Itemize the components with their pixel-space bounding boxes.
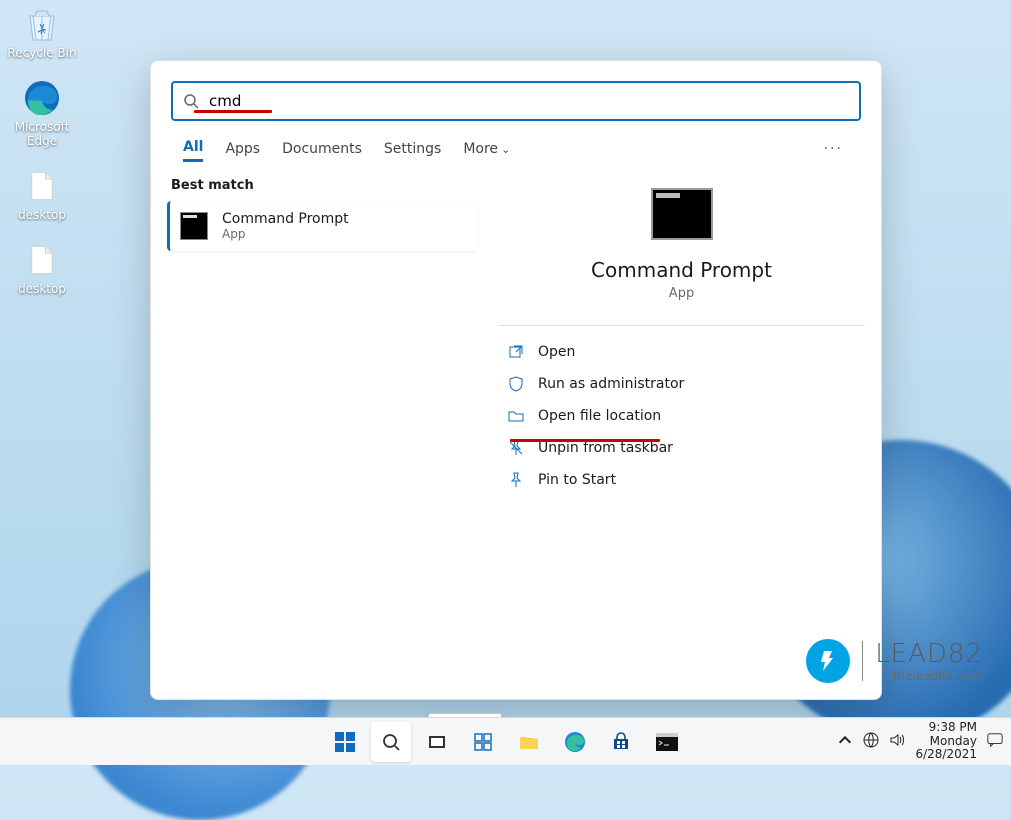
shield-icon [508,376,524,392]
task-view-button[interactable] [417,722,457,762]
command-prompt-icon [656,733,678,751]
command-prompt-icon [180,212,208,240]
folder-icon [518,731,540,753]
results-pane: Best match Command Prompt App [167,172,477,683]
action-label: Pin to Start [538,472,616,488]
notifications-button[interactable] [987,732,1003,751]
edge-icon [564,731,586,753]
action-run-as-administrator[interactable]: Run as administrator [498,368,865,400]
brand-watermark: LEAD82 thelead82.com [806,639,983,683]
desktop-icon-label: Microsoft Edge [15,120,70,148]
desktop-icon-label: desktop [18,282,66,296]
desktop-icon-file-2[interactable]: desktop [4,240,80,296]
search-panel: All Apps Documents Settings More⌄ ··· Be… [150,60,882,700]
annotation-underline [510,439,660,442]
taskbar: 9:38 PM Monday 6/28/2021 [0,717,1011,765]
divider [498,325,865,326]
desktop-icons: Recycle Bin Microsoft Edge desktop [4,4,80,296]
search-result-command-prompt[interactable]: Command Prompt App [167,201,477,251]
edge-button[interactable] [555,722,595,762]
folder-icon [508,408,524,424]
task-view-icon [427,732,447,752]
brand-logo-icon [806,639,850,683]
search-icon [381,732,401,752]
network-icon [863,732,879,748]
notification-icon [987,732,1003,748]
edge-icon [22,78,62,118]
file-icon [22,240,62,280]
search-icon [183,93,199,109]
system-tray: 9:38 PM Monday 6/28/2021 [837,721,1003,762]
chevron-up-icon [837,732,853,748]
command-prompt-icon [651,188,713,240]
tray-overflow-button[interactable] [837,732,853,751]
desktop-icon-label: Recycle Bin [7,46,76,60]
tab-settings[interactable]: Settings [384,137,441,161]
result-sub: App [222,227,349,241]
tab-documents[interactable]: Documents [282,137,362,161]
clock-day: Monday [915,735,977,749]
clock-date: 6/28/2021 [915,748,977,762]
chevron-down-icon: ⌄ [501,143,510,156]
action-label: Run as administrator [538,376,684,392]
action-open[interactable]: Open [498,336,865,368]
pin-icon [508,472,524,488]
annotation-underline [194,110,272,113]
store-button[interactable] [601,722,641,762]
network-button[interactable] [863,732,879,751]
brand-name: LEAD82 [875,639,983,669]
brand-site: thelead82.com [875,669,983,683]
search-box[interactable] [171,81,861,121]
taskbar-clock[interactable]: 9:38 PM Monday 6/28/2021 [915,721,977,762]
action-label: Open [538,344,575,360]
tab-all[interactable]: All [183,135,203,162]
desktop-icon-recycle-bin[interactable]: Recycle Bin [4,4,80,60]
more-options-button[interactable]: ··· [818,139,849,159]
start-button[interactable] [325,722,365,762]
file-explorer-button[interactable] [509,722,549,762]
action-label: Open file location [538,408,661,424]
result-name: Command Prompt [222,211,349,227]
volume-button[interactable] [889,732,905,751]
desktop-icon-label: desktop [18,208,66,222]
command-prompt-taskbar-button[interactable] [647,722,687,762]
tab-apps[interactable]: Apps [225,137,260,161]
desktop-icon-edge[interactable]: Microsoft Edge [4,78,80,148]
search-tabs: All Apps Documents Settings More⌄ ··· [151,131,881,172]
recycle-bin-icon [22,4,62,44]
volume-icon [889,732,905,748]
widgets-button[interactable] [463,722,503,762]
open-icon [508,344,524,360]
tab-more[interactable]: More⌄ [463,137,510,161]
action-label: Unpin from taskbar [538,440,673,456]
section-best-match: Best match [171,178,473,193]
widgets-icon [473,732,493,752]
windows-logo-icon [334,731,356,753]
file-icon [22,166,62,206]
store-icon [611,732,631,752]
action-pin-to-start[interactable]: Pin to Start [498,464,865,496]
action-unpin-taskbar[interactable]: Unpin from taskbar [498,432,865,464]
search-input[interactable] [207,91,849,111]
clock-time: 9:38 PM [915,721,977,735]
details-pane: Command Prompt App Open Run as administr… [497,172,865,683]
desktop-icon-file-1[interactable]: desktop [4,166,80,222]
taskbar-search-button[interactable] [371,722,411,762]
details-name: Command Prompt [591,258,772,282]
action-open-file-location[interactable]: Open file location [498,400,865,432]
unpin-icon [508,440,524,456]
details-sub: App [669,286,694,301]
